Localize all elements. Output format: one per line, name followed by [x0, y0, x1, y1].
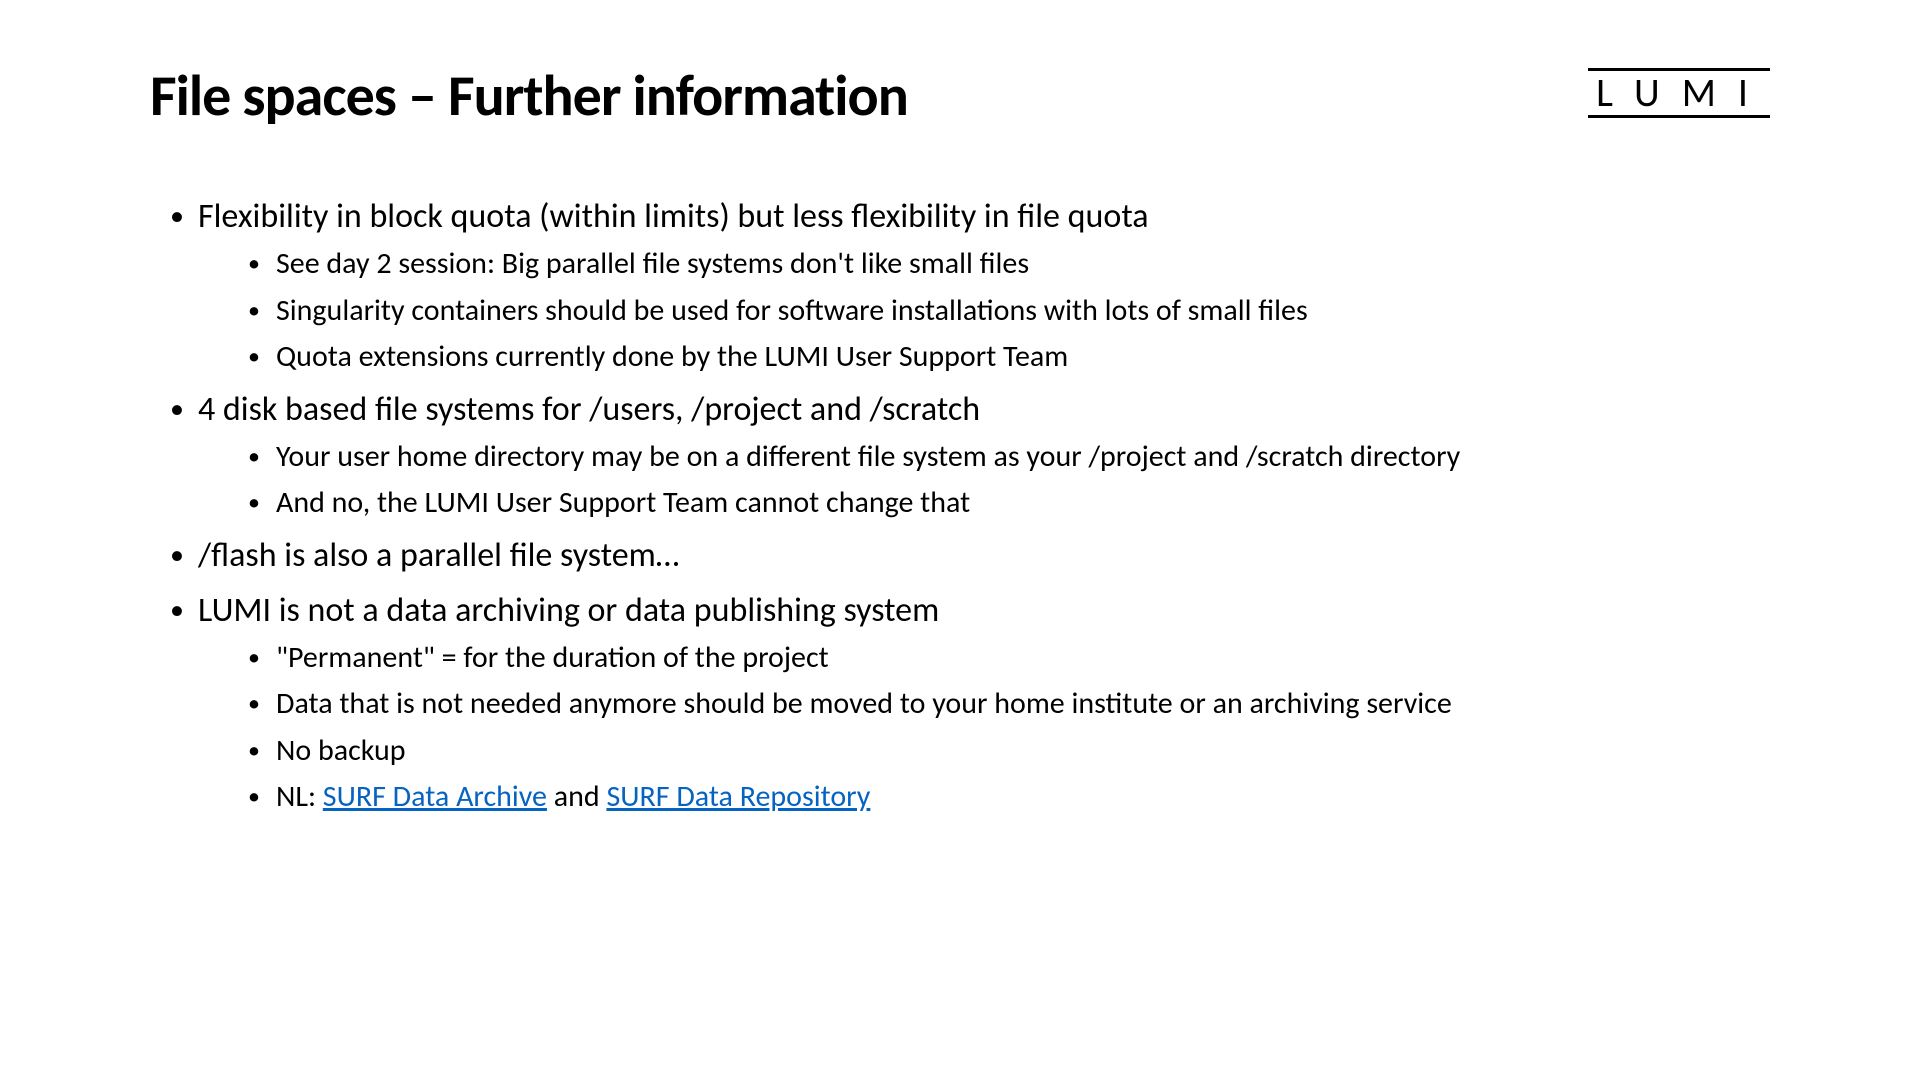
bullet-item: Flexibility in block quota (within limit…	[170, 191, 1770, 378]
slide-container: File spaces – Further information LUMI F…	[0, 0, 1920, 884]
bullet-text: See day 2 session: Big parallel file sys…	[276, 245, 1029, 282]
bullet-text-prefix: NL:	[276, 778, 323, 815]
bullet-item: LUMI is not a data archiving or data pub…	[170, 585, 1770, 818]
bullet-text: Data that is not needed anymore should b…	[276, 685, 1452, 722]
bullet-list-sub: Your user home directory may be on a dif…	[198, 437, 1770, 524]
bullet-text-mid: and	[547, 778, 606, 815]
bullet-item: Singularity containers should be used fo…	[248, 291, 1770, 332]
bullet-list-sub: See day 2 session: Big parallel file sys…	[198, 244, 1770, 378]
bullet-list-top: Flexibility in block quota (within limit…	[150, 191, 1770, 818]
bullet-item: And no, the LUMI User Support Team canno…	[248, 483, 1770, 524]
bullet-text: And no, the LUMI User Support Team canno…	[276, 484, 970, 521]
bullet-item: See day 2 session: Big parallel file sys…	[248, 244, 1770, 285]
bullet-item: No backup	[248, 731, 1770, 772]
bullet-text: Flexibility in block quota (within limit…	[198, 196, 1149, 237]
bullet-text: Singularity containers should be used fo…	[276, 292, 1308, 329]
bullet-text: LUMI is not a data archiving or data pub…	[198, 590, 939, 631]
bullet-item: NL: SURF Data Archive and SURF Data Repo…	[248, 777, 1770, 818]
bullet-item: Data that is not needed anymore should b…	[248, 684, 1770, 725]
bullet-item: 4 disk based file systems for /users, /p…	[170, 384, 1770, 524]
bullet-list-sub: "Permanent" = for the duration of the pr…	[198, 638, 1770, 818]
bullet-text: /flash is also a parallel file system…	[198, 535, 679, 576]
slide-header: File spaces – Further information LUMI	[150, 60, 1770, 131]
bullet-item: Quota extensions currently done by the L…	[248, 337, 1770, 378]
bullet-item: Your user home directory may be on a dif…	[248, 437, 1770, 478]
bullet-text: 4 disk based file systems for /users, /p…	[198, 389, 980, 430]
bullet-text: Your user home directory may be on a dif…	[276, 438, 1460, 475]
bullet-item: "Permanent" = for the duration of the pr…	[248, 638, 1770, 679]
slide-title: File spaces – Further information	[150, 60, 908, 131]
lumi-logo: LUMI	[1588, 68, 1770, 118]
bullet-text: Quota extensions currently done by the L…	[276, 338, 1068, 375]
link-surf-archive[interactable]: SURF Data Archive	[323, 778, 547, 815]
bullet-item: /flash is also a parallel file system…	[170, 530, 1770, 581]
bullet-text: No backup	[276, 732, 406, 769]
link-surf-repository[interactable]: SURF Data Repository	[606, 778, 870, 815]
bullet-text: "Permanent" = for the duration of the pr…	[276, 639, 829, 676]
